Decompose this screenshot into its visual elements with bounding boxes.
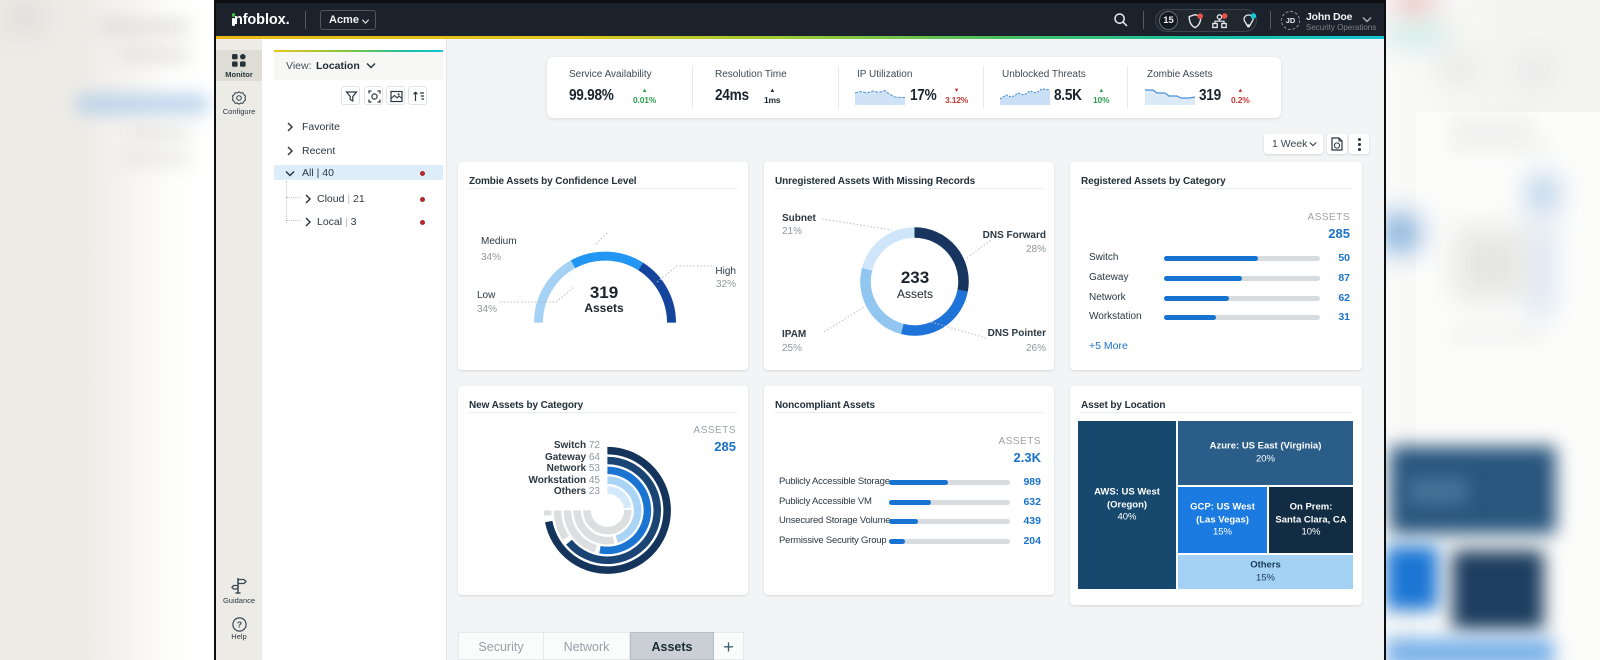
- svg-text:?: ?: [237, 620, 242, 630]
